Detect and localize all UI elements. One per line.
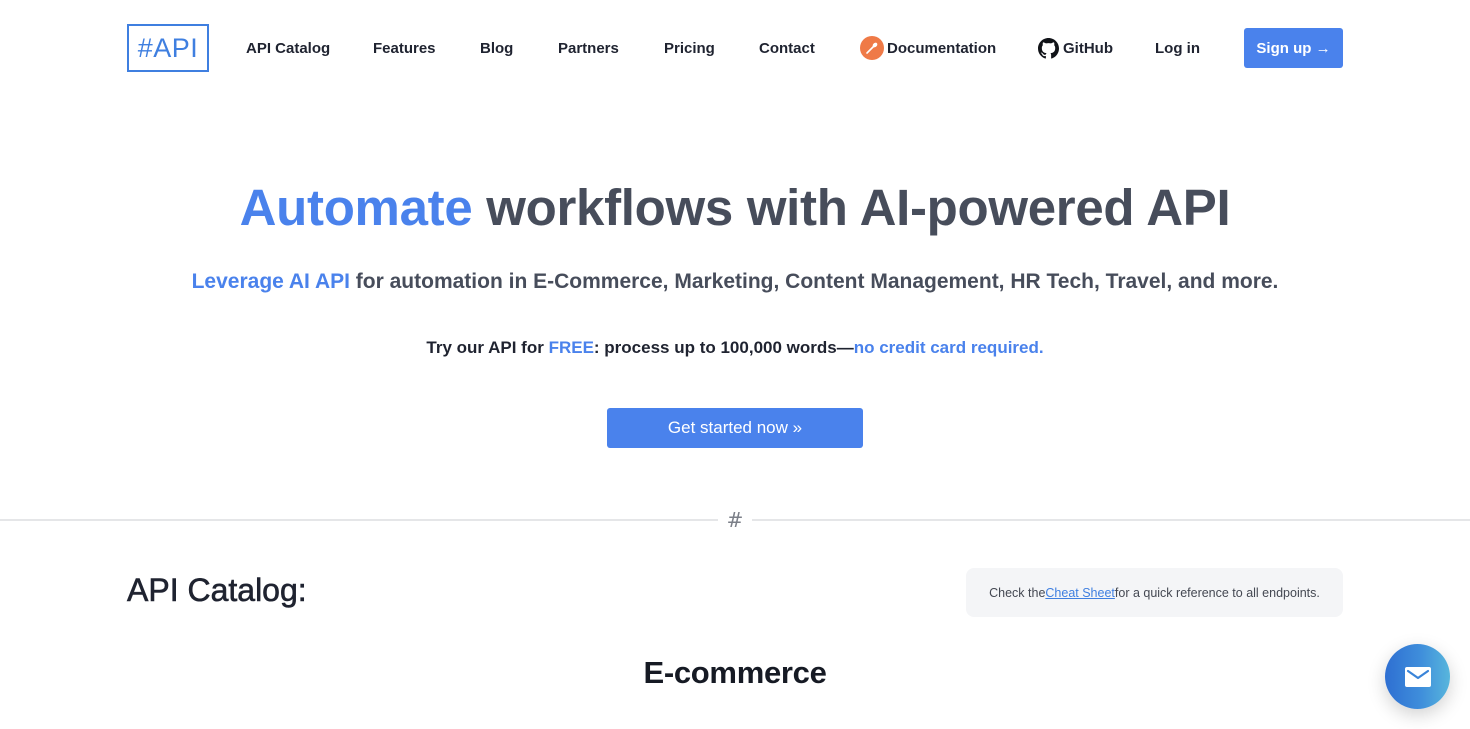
cheat-sheet-notice: Check the Cheat Sheet for a quick refere… (966, 568, 1343, 617)
free-offer-accent: FREE (548, 338, 594, 357)
nav-link-label: Contact (759, 39, 815, 57)
free-offer-suffix: no credit card required. (853, 338, 1044, 357)
nav-link-pricing[interactable]: Pricing (664, 38, 715, 58)
divider-line-left (0, 519, 718, 521)
section-title-ecommerce: E-commerce (643, 655, 827, 690)
nav-link-label: API Catalog (246, 39, 331, 57)
free-offer-middle: : process up to 100,000 words— (593, 338, 854, 357)
postman-icon (860, 36, 884, 60)
nav-link-api-catalog[interactable]: API Catalog (246, 38, 330, 58)
nav-link-documentation[interactable]: Documentation (860, 36, 996, 60)
nav-link-label: Log in (1155, 39, 1200, 57)
divider-line-right (752, 519, 1470, 521)
get-started-button[interactable]: Get started now » (607, 408, 863, 448)
nav-link-label: Features (373, 39, 436, 57)
cheat-sheet-prefix: Check the (989, 585, 1046, 600)
hash-divider-icon: # (726, 508, 744, 532)
nav-link-label: Partners (558, 39, 619, 57)
contact-chat-button[interactable] (1385, 644, 1450, 709)
logo[interactable]: #API (127, 24, 209, 72)
mail-icon (1404, 666, 1431, 687)
top-navigation: #API API Catalog Features Blog Partners … (0, 0, 1470, 96)
signup-button[interactable]: Sign up → (1244, 28, 1343, 68)
hero-title-accent: Automate (239, 179, 473, 236)
nav-link-github[interactable]: GitHub (1038, 37, 1113, 59)
hero-title-rest: workflows with AI-powered API (472, 179, 1231, 236)
nav-link-label: Documentation (887, 39, 997, 57)
hero-subtitle-accent: Leverage AI API (191, 270, 350, 293)
page: #API API Catalog Features Blog Partners … (0, 0, 1470, 729)
hero-title: Automate workflows with AI-powered API (0, 178, 1470, 237)
nav-link-label: Blog (480, 39, 514, 57)
nav-link-partners[interactable]: Partners (558, 38, 619, 58)
hero-subtitle-rest: for automation in E-Commerce, Marketing,… (349, 270, 1279, 293)
nav-link-label: Pricing (664, 39, 715, 57)
hero-subtitle: Leverage AI API for automation in E-Comm… (0, 270, 1470, 294)
cheat-sheet-link[interactable]: Cheat Sheet (1045, 586, 1115, 600)
nav-link-features[interactable]: Features (373, 38, 436, 58)
free-offer-prefix: Try our API for (426, 338, 549, 357)
github-icon (1038, 37, 1059, 59)
nav-link-login[interactable]: Log in (1155, 38, 1200, 58)
nav-link-label: GitHub (1063, 39, 1113, 57)
cheat-sheet-suffix: for a quick reference to all endpoints. (1114, 585, 1320, 600)
free-offer-text: Try our API for FREE: process up to 100,… (0, 338, 1470, 358)
nav-link-contact[interactable]: Contact (759, 38, 815, 58)
nav-link-blog[interactable]: Blog (480, 38, 513, 58)
catalog-title: API Catalog: (127, 572, 307, 609)
